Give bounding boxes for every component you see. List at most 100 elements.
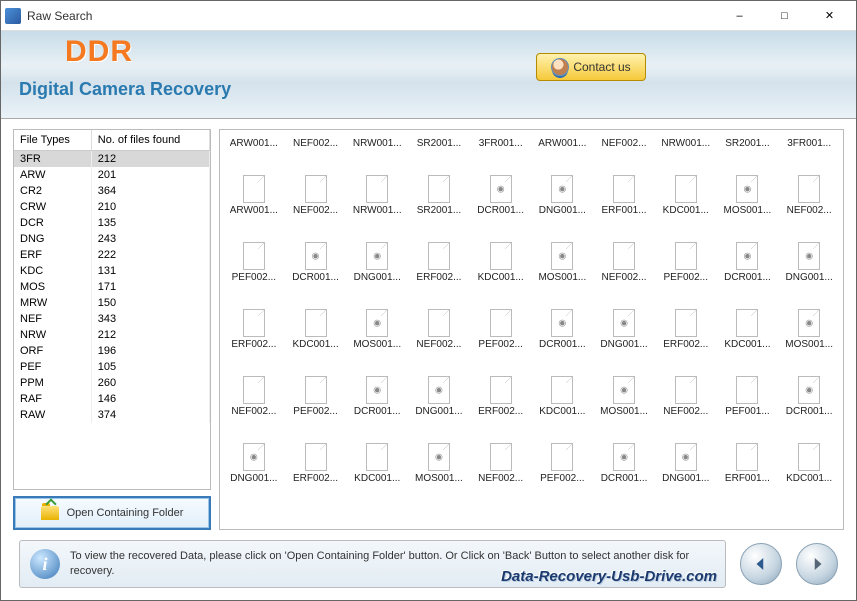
file-item[interactable]: NEF002... [779,173,839,218]
file-item[interactable]: ERF002... [286,441,346,486]
table-row[interactable]: DNG243 [14,231,210,247]
back-button[interactable] [740,543,782,585]
file-item[interactable]: NRW001... [347,173,407,218]
file-item[interactable]: 3FR001... [779,136,839,151]
file-item[interactable]: DCR001... [779,374,839,419]
table-row[interactable]: ERF222 [14,247,210,263]
file-item[interactable]: MOS001... [594,374,654,419]
file-types-table-wrap[interactable]: File Types No. of files found 3FR212ARW2… [13,129,211,490]
file-item[interactable]: MOS001... [347,307,407,352]
file-item[interactable]: PEF002... [224,240,284,285]
file-item[interactable]: DNG001... [347,240,407,285]
file-item[interactable]: MOS001... [533,240,593,285]
contact-us-button[interactable]: Contact us [536,53,646,81]
file-item[interactable]: ERF001... [718,441,778,486]
file-item[interactable]: ARW001... [224,136,284,151]
cell-type: ERF [14,247,91,263]
file-item[interactable]: SR2001... [718,136,778,151]
table-row[interactable]: ARW201 [14,167,210,183]
file-item[interactable]: ERF001... [594,173,654,218]
file-item[interactable]: DCR001... [286,240,346,285]
file-item[interactable]: NEF002... [594,136,654,151]
file-item[interactable]: PEF002... [533,441,593,486]
table-row[interactable]: NRW212 [14,327,210,343]
table-row[interactable]: CRW210 [14,199,210,215]
file-item[interactable]: NEF002... [594,240,654,285]
table-row[interactable]: PPM260 [14,375,210,391]
file-page-icon [366,443,388,471]
file-config-icon [551,242,573,270]
table-row[interactable]: MOS171 [14,279,210,295]
file-item[interactable]: MOS001... [718,173,778,218]
file-item[interactable]: KDC001... [718,307,778,352]
file-item[interactable]: PEF002... [471,307,531,352]
file-label: NEF002... [293,138,338,149]
file-item[interactable]: KDC001... [656,173,716,218]
file-item[interactable]: SR2001... [409,173,469,218]
table-row[interactable]: PEF105 [14,359,210,375]
file-item[interactable]: PEF002... [656,240,716,285]
table-row[interactable]: RAW374 [14,407,210,423]
file-item[interactable]: DCR001... [594,441,654,486]
file-item[interactable]: ERF002... [224,307,284,352]
file-item[interactable]: NEF002... [656,374,716,419]
file-item[interactable]: DCR001... [347,374,407,419]
cell-type: NRW [14,327,91,343]
file-item[interactable]: NEF002... [471,441,531,486]
table-row[interactable]: 3FR212 [14,151,210,168]
file-item[interactable]: MOS001... [409,441,469,486]
cell-type: MOS [14,279,91,295]
file-item[interactable]: DNG001... [779,240,839,285]
file-item[interactable]: DCR001... [533,307,593,352]
next-button[interactable] [796,543,838,585]
file-page-icon [675,309,697,337]
file-label: KDC001... [354,473,400,484]
file-item[interactable]: DNG001... [594,307,654,352]
table-row[interactable]: KDC131 [14,263,210,279]
table-row[interactable]: ORF196 [14,343,210,359]
file-item[interactable]: KDC001... [347,441,407,486]
file-item[interactable]: DNG001... [224,441,284,486]
file-item[interactable]: NEF002... [224,374,284,419]
file-list-panel[interactable]: ARW001...NEF002...NRW001...SR2001...3FR0… [219,129,844,530]
file-item[interactable]: ARW001... [224,173,284,218]
file-item[interactable]: MOS001... [779,307,839,352]
table-row[interactable]: DCR135 [14,215,210,231]
file-item[interactable]: NRW001... [656,136,716,151]
file-item[interactable]: DCR001... [718,240,778,285]
table-row[interactable]: CR2364 [14,183,210,199]
table-row[interactable]: RAF146 [14,391,210,407]
minimize-button[interactable]: – [717,2,762,30]
file-item[interactable]: DNG001... [409,374,469,419]
file-item[interactable]: NEF002... [286,173,346,218]
file-item[interactable]: NEF002... [286,136,346,151]
file-item[interactable]: PEF001... [718,374,778,419]
file-label: 3FR001... [479,138,523,149]
file-item[interactable]: DNG001... [656,441,716,486]
file-item[interactable]: DNG001... [533,173,593,218]
col-file-types[interactable]: File Types [14,130,91,151]
file-item[interactable]: ARW001... [533,136,593,151]
file-item[interactable]: 3FR001... [471,136,531,151]
file-page-icon [798,443,820,471]
file-item[interactable]: SR2001... [409,136,469,151]
file-item[interactable]: ERF002... [471,374,531,419]
file-item[interactable]: DCR001... [471,173,531,218]
file-item[interactable]: NEF002... [409,307,469,352]
file-label: KDC001... [786,473,832,484]
file-item[interactable]: ERF002... [656,307,716,352]
file-item[interactable]: KDC001... [471,240,531,285]
table-row[interactable]: NEF343 [14,311,210,327]
col-files-found[interactable]: No. of files found [91,130,209,151]
close-button[interactable]: ✕ [807,2,852,30]
file-label: PEF002... [540,473,584,484]
file-item[interactable]: KDC001... [286,307,346,352]
file-item[interactable]: ERF002... [409,240,469,285]
file-item[interactable]: KDC001... [779,441,839,486]
file-item[interactable]: NRW001... [347,136,407,151]
file-item[interactable]: KDC001... [533,374,593,419]
file-item[interactable]: PEF002... [286,374,346,419]
maximize-button[interactable]: □ [762,2,807,30]
table-row[interactable]: MRW150 [14,295,210,311]
open-containing-folder-button[interactable]: Open Containing Folder [13,496,211,530]
